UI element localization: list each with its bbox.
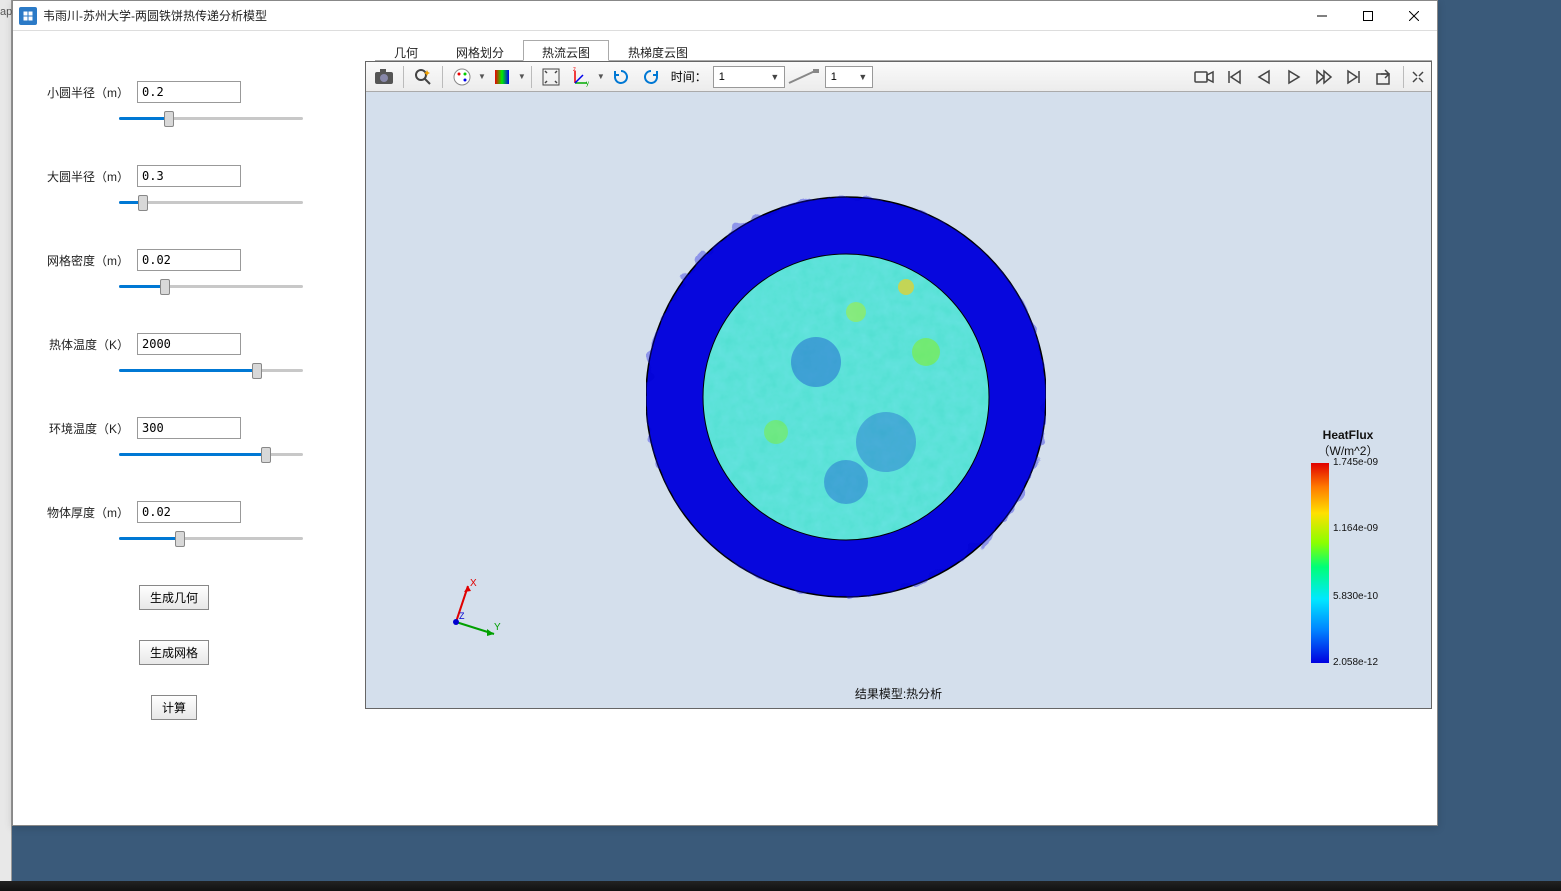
tab-2[interactable]: 热流云图 [523,40,609,61]
color-legend: HeatFlux （W/m^2） 1.745e-091.164e-095.830… [1293,428,1403,663]
time-combo[interactable]: 1▼ [713,66,785,88]
svg-text:Z: Z [459,611,465,621]
step-combo[interactable]: 1▼ [825,66,873,88]
expand-icon[interactable] [1409,64,1427,90]
rotate-cw-icon[interactable] [607,64,635,90]
generate-geometry-button[interactable]: 生成几何 [139,585,209,610]
param-row-4: 环境温度（K） [43,417,305,463]
video-camera-icon[interactable] [1190,64,1218,90]
maximize-button[interactable] [1345,1,1391,31]
param-label: 大圆半径（m） [43,168,129,185]
param-row-5: 物体厚度（m） [43,501,305,547]
svg-text:z: z [573,67,576,73]
param-label: 环境温度（K） [43,420,129,437]
svg-text:y: y [586,81,589,87]
play-back-icon[interactable] [1250,64,1278,90]
svg-text:X: X [470,578,477,589]
param-label: 网格密度（m） [43,252,129,269]
param-slider[interactable] [119,193,303,211]
legend-tick: 5.830e-10 [1333,591,1378,602]
generate-mesh-button[interactable]: 生成网格 [139,640,209,665]
param-input[interactable] [137,333,241,355]
param-label: 小圆半径（m） [43,84,129,101]
param-slider[interactable] [119,445,303,463]
param-row-2: 网格密度（m） [43,249,305,295]
fit-view-icon[interactable] [537,64,565,90]
legend-tick: 1.745e-09 [1333,457,1378,468]
background-app-label: ap [0,6,12,18]
param-slider[interactable] [119,109,303,127]
export-icon[interactable] [1370,64,1398,90]
legend-title: HeatFlux [1293,428,1403,442]
app-icon [19,7,37,25]
app-window: 韦雨川-苏州大学-两圆铁饼热传递分析模型 小圆半径（m） 大圆半径（m） 网格密度（… [12,0,1438,826]
camera-icon[interactable] [370,64,398,90]
rotate-ccw-icon[interactable] [637,64,665,90]
param-row-3: 热体温度（K） [43,333,305,379]
skip-back-icon[interactable] [1220,64,1248,90]
zoom-spark-icon[interactable] [409,64,437,90]
background-window-edge: ap [0,0,12,891]
time-scrub-icon[interactable] [787,67,823,87]
taskbar-fragment [0,881,1561,891]
legend-colorbar: 1.745e-091.164e-095.830e-102.058e-12 [1311,463,1329,663]
axis-triad: X Y Z [446,576,502,638]
legend-tick: 1.164e-09 [1333,523,1378,534]
param-input[interactable] [137,249,241,271]
param-row-0: 小圆半径（m） [43,81,305,127]
legend-tick: 2.058e-12 [1333,657,1378,668]
heatflux-model [646,182,1046,612]
param-label: 物体厚度（m） [43,504,129,521]
title-bar[interactable]: 韦雨川-苏州大学-两圆铁饼热传递分析模型 [13,1,1437,31]
model-footer-label: 结果模型:热分析 [855,685,942,702]
tab-1[interactable]: 网格划分 [437,40,523,61]
viz-toolbar: ▼ ▼ zy ▼ [366,62,1431,92]
window-title: 韦雨川-苏州大学-两圆铁饼热传递分析模型 [43,7,1299,24]
close-button[interactable] [1391,1,1437,31]
cube-colormap-icon[interactable] [488,64,516,90]
svg-text:Y: Y [494,622,501,633]
axis-view-icon[interactable]: zy [567,64,595,90]
param-input[interactable] [137,81,241,103]
parameter-panel: 小圆半径（m） 大圆半径（m） 网格密度（m） 热体温度（K） 环境温度（K） 物体厚度（… [13,31,365,825]
play-icon[interactable] [1280,64,1308,90]
param-input[interactable] [137,501,241,523]
compute-button[interactable]: 计算 [151,695,197,720]
param-input[interactable] [137,165,241,187]
minimize-button[interactable] [1299,1,1345,31]
param-slider[interactable] [119,361,303,379]
param-row-1: 大圆半径（m） [43,165,305,211]
visualization-panel: ▼ ▼ zy ▼ [365,61,1432,709]
palette-icon[interactable] [448,64,476,90]
tab-3[interactable]: 热梯度云图 [609,40,707,61]
visualization-area: 几何网格划分热流云图热梯度云图 ▼ [365,31,1437,825]
skip-forward-icon[interactable] [1340,64,1368,90]
plot-canvas[interactable]: X Y Z HeatFlux （W/m^2） 1.745e-091.164e-0… [366,92,1431,708]
tab-0[interactable]: 几何 [375,40,437,61]
param-input[interactable] [137,417,241,439]
fast-forward-icon[interactable] [1310,64,1338,90]
time-label: 时间： [671,68,707,85]
tab-bar: 几何网格划分热流云图热梯度云图 [375,39,1432,61]
param-slider[interactable] [119,277,303,295]
param-slider[interactable] [119,529,303,547]
param-label: 热体温度（K） [43,336,129,353]
